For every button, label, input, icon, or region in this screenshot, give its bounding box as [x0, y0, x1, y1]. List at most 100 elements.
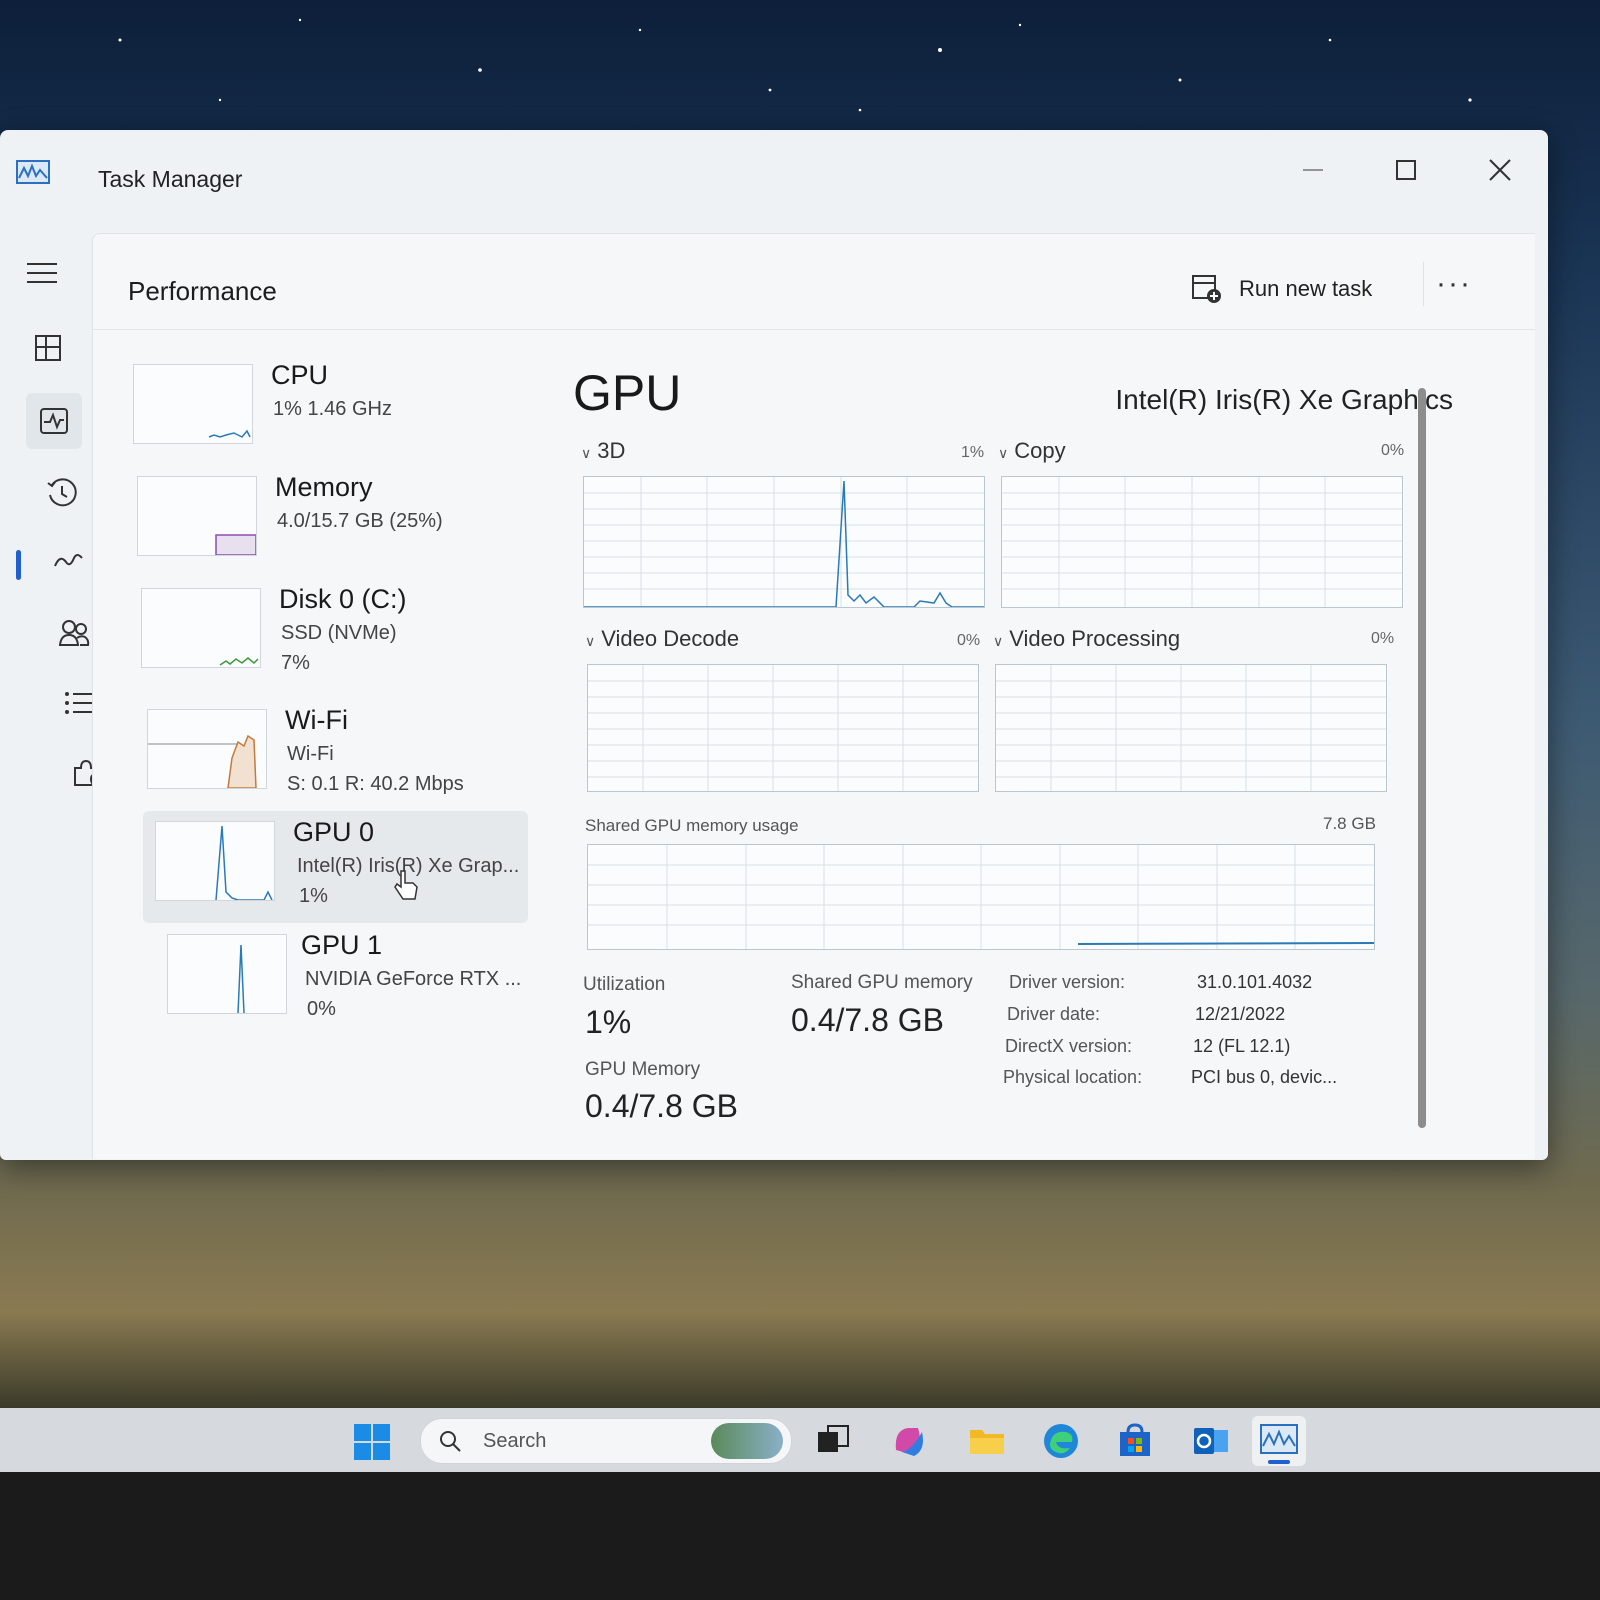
resource-item-wifi[interactable]: Wi-Fi Wi-Fi S: 0.1 R: 40.2 Mbps: [123, 699, 538, 811]
task-manager-app-icon: [16, 160, 50, 184]
directx-version-key: DirectX version:: [1005, 1036, 1133, 1056]
engine-video-processing-graph: [995, 664, 1387, 792]
window-title: Task Manager: [98, 166, 243, 192]
engine-3d-graph: [583, 476, 985, 608]
edge-browser-icon[interactable]: [1040, 1420, 1082, 1462]
resource-usage: 7%: [281, 652, 310, 674]
engine-copy-graph: [1001, 476, 1403, 608]
run-new-task-label: Run new task: [1239, 276, 1373, 301]
performance-panel: Performance Run new task ··· CPU 1% 1.46…: [92, 233, 1535, 1159]
resource-name: Wi-Fi: [285, 705, 348, 735]
hamburger-icon: [27, 263, 57, 283]
file-explorer-icon[interactable]: [966, 1420, 1008, 1462]
run-new-task-button[interactable]: Run new task: [1191, 267, 1372, 311]
engine-copy-label[interactable]: ∨ Copy: [998, 438, 1066, 464]
shared-memory-graph-label: Shared GPU memory usage: [585, 816, 799, 835]
nav-processes[interactable]: [20, 320, 76, 376]
task-view-icon[interactable]: [812, 1420, 854, 1462]
driver-version-value: 31.0.101.4032: [1197, 972, 1313, 992]
chevron-down-icon: ∨: [998, 445, 1009, 461]
resource-detail: SSD (NVMe): [281, 622, 397, 644]
shared-gpu-memory-label: Shared GPU memory: [791, 972, 973, 993]
engine-video-decode-graph: [587, 664, 979, 792]
vertical-scrollbar[interactable]: [1418, 388, 1426, 1128]
more-options-button[interactable]: ···: [1423, 262, 1484, 306]
detail-title: GPU: [573, 365, 682, 421]
search-highlight-image: [711, 1423, 783, 1459]
hand-cursor-icon: [394, 870, 418, 900]
minimize-button[interactable]: [1285, 148, 1341, 192]
task-manager-window: Task Manager Performance Run new task ··…: [0, 130, 1548, 1160]
running-app-indicator: [1268, 1460, 1290, 1464]
engine-video-decode-label[interactable]: ∨ Video Decode: [585, 626, 739, 652]
resource-item-memory[interactable]: Memory 4.0/15.7 GB (25%): [123, 466, 538, 578]
driver-date-key: Driver date:: [1007, 1004, 1101, 1024]
task-manager-taskbar-icon: [1260, 1424, 1298, 1454]
gpu-memory-value: 0.4/7.8 GB: [585, 1088, 738, 1124]
memory-thumbnail-graph: [137, 476, 257, 556]
utilization-label: Utilization: [583, 974, 666, 995]
header-divider: [93, 329, 1535, 330]
task-manager-taskbar-button[interactable]: [1252, 1416, 1306, 1466]
active-nav-indicator: [16, 550, 21, 580]
chevron-down-icon: ∨: [993, 633, 1004, 649]
gpu-model-name: Intel(R) Iris(R) Xe Graphics: [1115, 384, 1453, 415]
nav-app-history[interactable]: [34, 465, 90, 521]
resource-name: Disk 0 (C:): [279, 584, 407, 614]
nav-startup-apps[interactable]: [40, 535, 96, 591]
gpu1-thumbnail-graph: [167, 934, 287, 1014]
resource-item-gpu0[interactable]: GPU 0 Intel(R) Iris(R) Xe Grap... 1%: [143, 811, 528, 923]
directx-version-value: 12 (FL 12.1): [1193, 1036, 1291, 1056]
laptop-bezel: [0, 1472, 1600, 1600]
close-button[interactable]: [1472, 148, 1528, 192]
resource-item-gpu1[interactable]: GPU 1 NVIDIA GeForce RTX ... 0%: [123, 924, 538, 1036]
utilization-value: 1%: [585, 1004, 632, 1040]
gpu-detail-view: GPU Intel(R) Iris(R) Xe Graphics ∨ 3D 1% …: [573, 354, 1473, 1144]
resource-item-cpu[interactable]: CPU 1% 1.46 GHz: [123, 354, 538, 466]
hamburger-menu-button[interactable]: [14, 245, 70, 301]
engine-3d-percent: 1%: [961, 444, 985, 461]
resource-throughput: S: 0.1 R: 40.2 Mbps: [287, 773, 464, 795]
processes-icon: [35, 335, 61, 361]
close-icon: [1489, 159, 1511, 181]
engine-video-processing-label[interactable]: ∨ Video Processing: [993, 626, 1180, 652]
run-new-task-icon: [1192, 275, 1221, 303]
driver-date-value: 12/21/2022: [1195, 1004, 1286, 1024]
resource-name: Memory: [275, 472, 373, 502]
resource-name: GPU 1: [301, 930, 383, 960]
engine-3d-label[interactable]: ∨ 3D: [581, 438, 625, 464]
navigation-sidebar: [0, 225, 98, 1160]
resource-name: GPU 0: [293, 817, 375, 847]
resource-name: CPU: [271, 360, 329, 390]
windows-taskbar: Search: [0, 1408, 1600, 1472]
shared-memory-graph: [587, 844, 1375, 950]
resource-detail: 1% 1.46 GHz: [273, 398, 392, 420]
resource-usage: 0%: [307, 998, 336, 1020]
users-icon: [58, 620, 90, 646]
disk-thumbnail-graph: [141, 588, 261, 668]
engine-video-decode-percent: 0%: [957, 632, 981, 649]
chevron-down-icon: ∨: [581, 445, 592, 461]
maximize-button[interactable]: [1378, 148, 1434, 192]
resource-detail: NVIDIA GeForce RTX ...: [305, 968, 522, 990]
maximize-icon: [1396, 160, 1416, 180]
starry-sky: [118, 18, 1472, 112]
engine-video-processing-percent: 0%: [1371, 630, 1395, 647]
title-bar: Task Manager: [0, 130, 1548, 225]
wifi-thumbnail-graph: [147, 709, 267, 789]
search-icon: [440, 1431, 461, 1452]
taskbar-search-box[interactable]: Search: [420, 1418, 792, 1464]
resource-detail: 4.0/15.7 GB (25%): [277, 510, 443, 532]
microsoft-store-icon[interactable]: [1114, 1420, 1156, 1462]
cpu-thumbnail-graph: [133, 364, 253, 444]
gpu0-thumbnail-graph: [155, 821, 275, 901]
windows-start-icon[interactable]: [352, 1422, 392, 1462]
copilot-icon[interactable]: [888, 1420, 930, 1462]
outlook-icon[interactable]: [1190, 1420, 1232, 1462]
resource-item-disk[interactable]: Disk 0 (C:) SSD (NVMe) 7%: [123, 578, 538, 690]
page-title: Performance: [128, 276, 277, 306]
startup-icon: [54, 554, 83, 567]
physical-location-key: Physical location:: [1003, 1067, 1143, 1087]
search-placeholder: Search: [483, 1430, 547, 1452]
nav-performance[interactable]: [26, 393, 82, 449]
